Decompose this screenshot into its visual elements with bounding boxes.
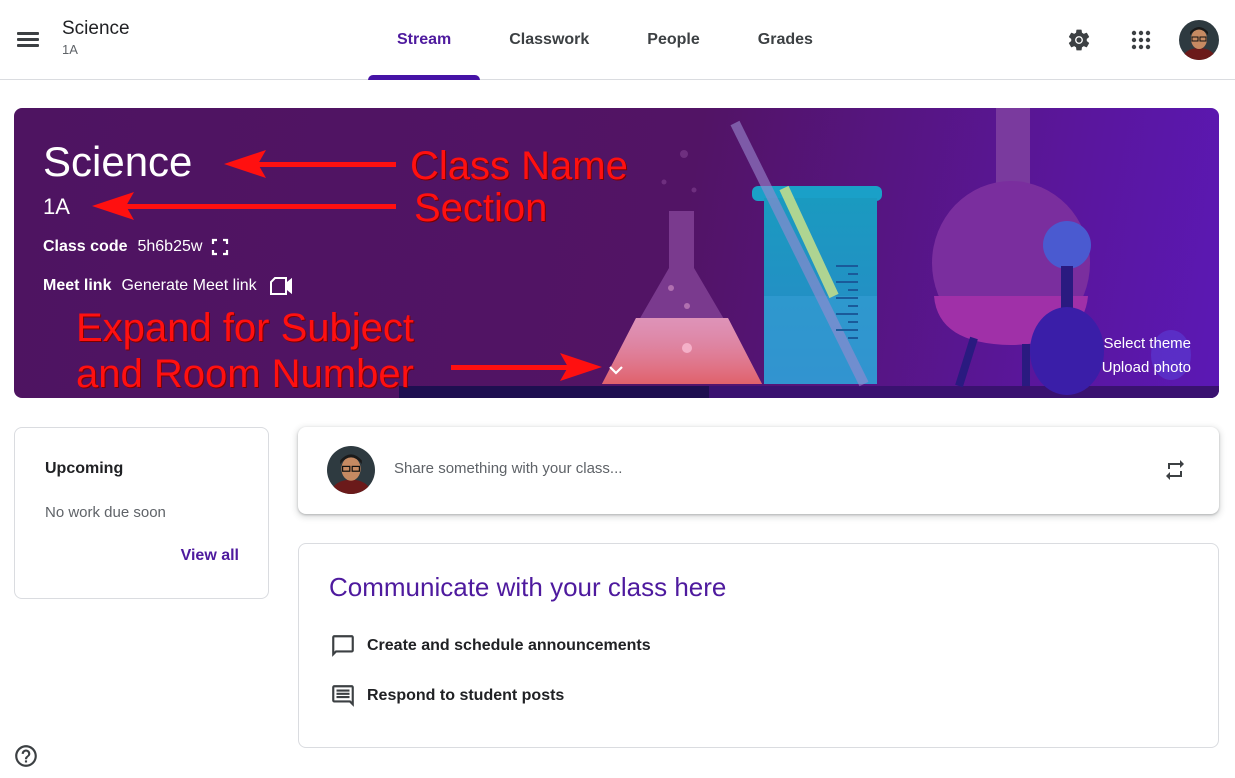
tab-grades[interactable]: Grades bbox=[729, 0, 842, 80]
list-item-label: Respond to student posts bbox=[367, 687, 565, 704]
student-posts-icon bbox=[329, 682, 357, 710]
list-item: Respond to student posts bbox=[329, 682, 564, 710]
communicate-title: Communicate with your class here bbox=[329, 572, 727, 602]
list-item-label: Create and schedule announcements bbox=[367, 637, 651, 654]
list-item: Create and schedule announcements bbox=[329, 632, 651, 660]
view-all-link[interactable]: View all bbox=[181, 547, 239, 565]
class-title-block[interactable]: Science 1A bbox=[62, 18, 130, 60]
header-class-name: Science bbox=[62, 18, 130, 39]
upcoming-card: Upcoming No work due soon View all bbox=[14, 427, 269, 599]
annotation-expand-line2: and Room Number bbox=[76, 352, 414, 396]
announcement-icon bbox=[329, 632, 357, 660]
avatar bbox=[327, 446, 375, 494]
tab-stream[interactable]: Stream bbox=[368, 0, 481, 80]
annotation-class-name: Class Name bbox=[410, 144, 628, 188]
menu-icon[interactable] bbox=[12, 24, 44, 56]
annotation-section: Section bbox=[414, 186, 548, 230]
arrow-expand bbox=[451, 365, 569, 370]
top-app-bar: Science 1A Stream Classwork People Grade… bbox=[0, 0, 1235, 80]
tab-people[interactable]: People bbox=[618, 0, 728, 80]
gear-icon[interactable] bbox=[1057, 18, 1101, 62]
arrow-class-name bbox=[254, 162, 396, 167]
annotation-expand-line1: Expand for Subject bbox=[76, 306, 414, 350]
help-icon[interactable] bbox=[12, 742, 40, 770]
header-actions bbox=[1057, 18, 1235, 62]
account-avatar[interactable] bbox=[1179, 20, 1219, 60]
reuse-post-icon[interactable] bbox=[1159, 454, 1191, 486]
arrow-section bbox=[124, 204, 396, 209]
upcoming-empty-text: No work due soon bbox=[45, 504, 166, 521]
apps-grid-icon[interactable] bbox=[1119, 18, 1163, 62]
header-section: 1A bbox=[62, 42, 78, 57]
communicate-card: Communicate with your class here Create … bbox=[298, 543, 1219, 748]
class-tabs: Stream Classwork People Grades bbox=[368, 0, 842, 80]
tab-classwork[interactable]: Classwork bbox=[480, 0, 618, 80]
class-banner: Science 1A Class code 5h6b25w Meet link … bbox=[14, 108, 1219, 398]
share-box[interactable]: Share something with your class... bbox=[298, 427, 1219, 514]
share-input[interactable]: Share something with your class... bbox=[394, 460, 622, 477]
upcoming-title: Upcoming bbox=[45, 460, 124, 477]
